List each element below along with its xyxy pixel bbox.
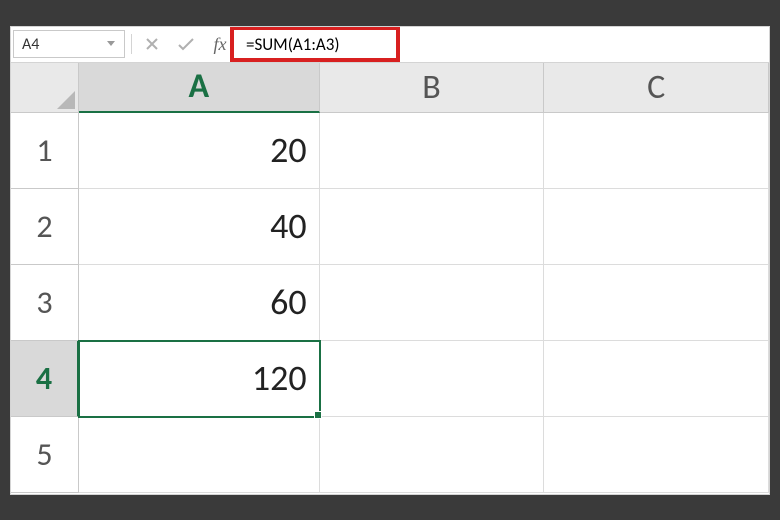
row-header-5[interactable]: 5: [11, 417, 79, 493]
cells-area: 20 40 60 120: [79, 113, 769, 494]
row-1: 20: [79, 113, 769, 189]
cell-B4[interactable]: [320, 341, 545, 417]
column-headers: A B C: [79, 63, 769, 113]
cell-C4[interactable]: [544, 341, 769, 417]
spreadsheet-window: A4 fx A B C 1 2 3 4: [10, 26, 770, 495]
cell-C5[interactable]: [544, 417, 769, 493]
row-header-2[interactable]: 2: [11, 189, 79, 265]
cell-B5[interactable]: [320, 417, 545, 493]
fx-label: fx: [214, 34, 227, 55]
column-header-C[interactable]: C: [544, 63, 769, 113]
cell-C3[interactable]: [544, 265, 769, 341]
grid: A B C 1 2 3 4 5 20 40 60: [11, 63, 769, 494]
select-all-corner[interactable]: [11, 63, 79, 113]
name-box[interactable]: A4: [13, 30, 125, 58]
cell-C2[interactable]: [544, 189, 769, 265]
cell-A5[interactable]: [79, 417, 320, 493]
insert-function-button[interactable]: fx: [206, 30, 234, 58]
column-header-B[interactable]: B: [320, 63, 545, 113]
formula-input[interactable]: [240, 30, 767, 58]
row-3: 60: [79, 265, 769, 341]
cell-A2[interactable]: 40: [79, 189, 320, 265]
cancel-button[interactable]: [138, 30, 166, 58]
formula-bar: A4 fx: [11, 27, 769, 63]
row-header-1[interactable]: 1: [11, 113, 79, 189]
name-box-dropdown-icon[interactable]: [106, 41, 116, 47]
column-header-A[interactable]: A: [79, 63, 320, 113]
row-5: [79, 417, 769, 493]
row-4: 120: [79, 341, 769, 417]
cell-A3[interactable]: 60: [79, 265, 320, 341]
row-header-3[interactable]: 3: [11, 265, 79, 341]
cell-B1[interactable]: [320, 113, 545, 189]
cell-A1[interactable]: 20: [79, 113, 320, 189]
row-headers: 1 2 3 4 5: [11, 113, 79, 493]
formula-input-container: [240, 30, 767, 58]
row-header-4[interactable]: 4: [11, 341, 79, 417]
name-box-value: A4: [22, 35, 39, 54]
cell-C1[interactable]: [544, 113, 769, 189]
cell-B2[interactable]: [320, 189, 545, 265]
divider: [131, 34, 132, 54]
cell-A4[interactable]: 120: [79, 341, 320, 417]
enter-button[interactable]: [172, 30, 200, 58]
row-2: 40: [79, 189, 769, 265]
cell-B3[interactable]: [320, 265, 545, 341]
